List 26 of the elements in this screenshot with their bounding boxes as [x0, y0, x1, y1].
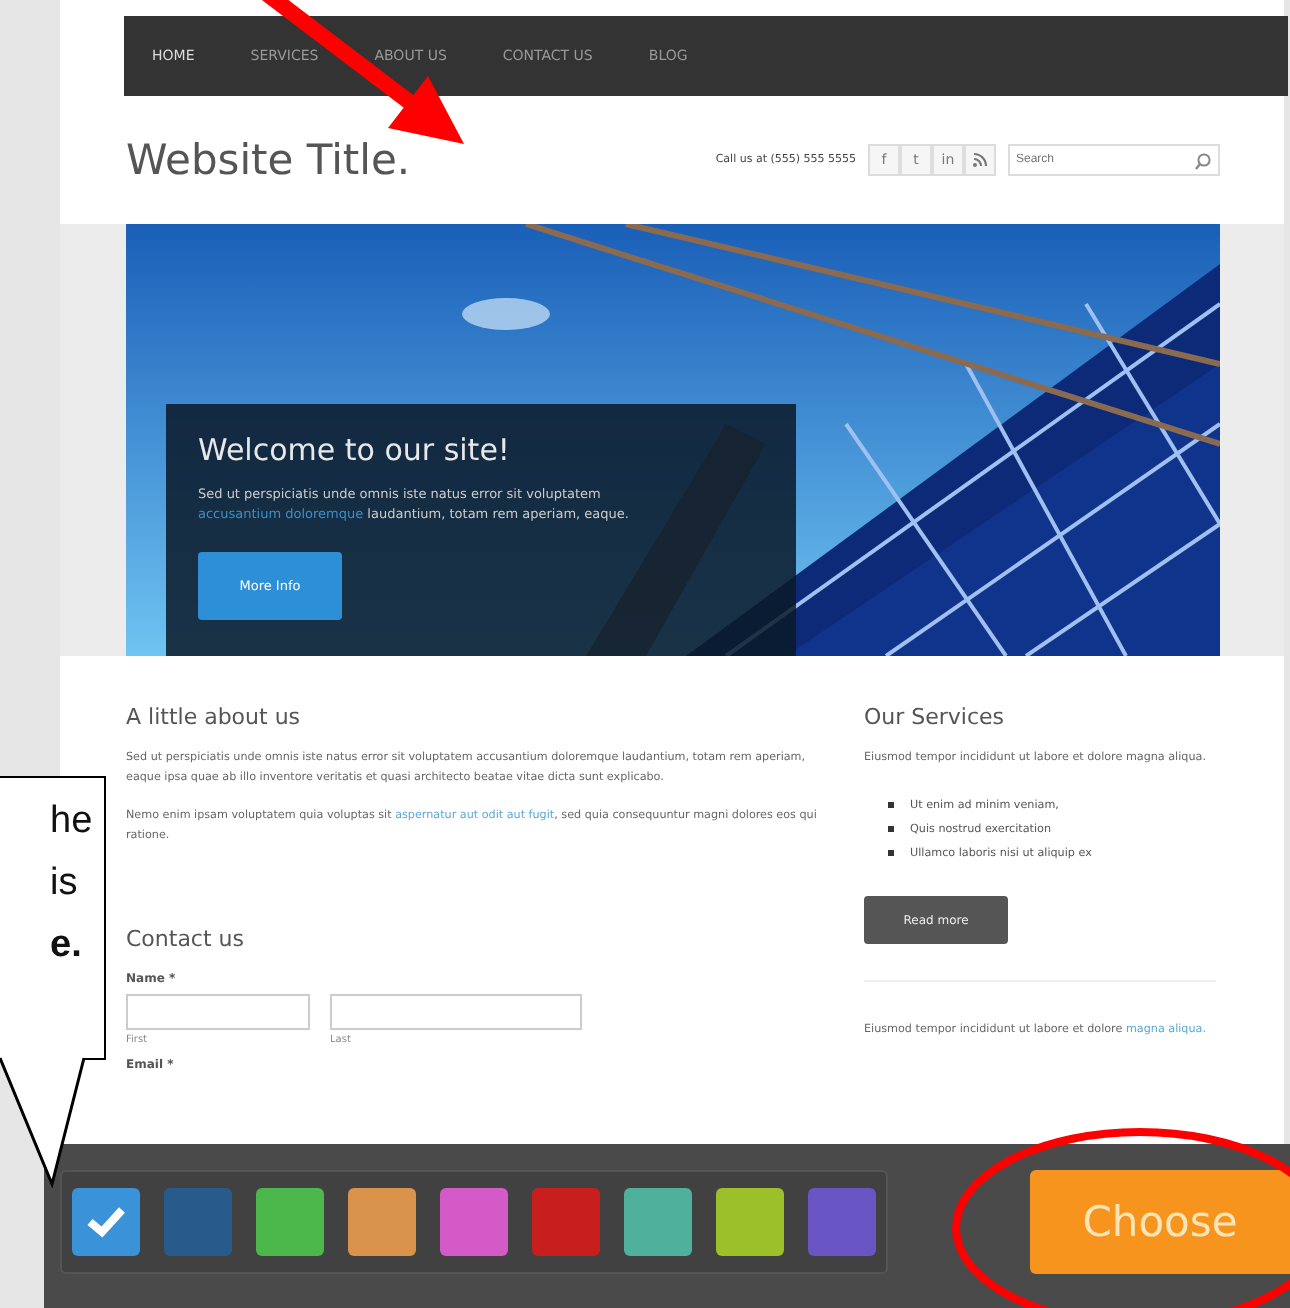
search-icon [1194, 152, 1212, 170]
bullet-icon [888, 826, 894, 832]
color-swatch[interactable] [716, 1188, 784, 1256]
bullet-icon [888, 802, 894, 808]
color-swatch[interactable] [532, 1188, 600, 1256]
hero-heading: Welcome to our site! [198, 432, 512, 468]
feed-icon [972, 152, 988, 168]
bullet-icon [888, 850, 894, 856]
website-title: Website Title. [126, 136, 411, 184]
contact-heading: Contact us [126, 926, 246, 952]
about-heading: A little about us [126, 704, 303, 730]
services-heading: Our Services [864, 704, 1007, 730]
feed-button[interactable] [964, 144, 996, 176]
color-swatch[interactable] [164, 1188, 232, 1256]
color-swatch[interactable] [440, 1188, 508, 1256]
name-field[interactable] [126, 994, 310, 1030]
callout-text: he [50, 798, 95, 846]
color-swatch[interactable] [256, 1188, 324, 1256]
name-field[interactable] [330, 994, 582, 1030]
color-swatch[interactable] [808, 1188, 876, 1256]
color-swatch[interactable] [624, 1188, 692, 1256]
color-swatch[interactable] [72, 1188, 140, 1256]
callout-text: is [50, 860, 80, 908]
callout-text: e. [50, 922, 84, 970]
color-swatch[interactable] [348, 1188, 416, 1256]
check-icon [86, 1206, 126, 1238]
